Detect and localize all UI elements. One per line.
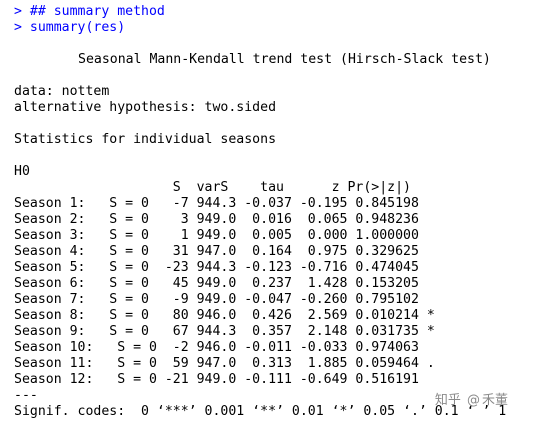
table-row: Season 5: S = 0 -23 944.3 -0.123 -0.716 … <box>14 260 435 275</box>
table-row: Season 3: S = 0 1 949.0 0.005 0.000 1.00… <box>14 228 435 243</box>
hypothesis-label: H0 <box>14 164 30 179</box>
table-row: Season 7: S = 0 -9 949.0 -0.047 -0.260 0… <box>14 292 435 307</box>
r-console[interactable]: > ## summary method > summary(res) Seaso… <box>0 0 534 424</box>
table-row: Season 8: S = 0 80 946.0 0.426 2.569 0.0… <box>14 308 435 323</box>
table-row: Season 2: S = 0 3 949.0 0.016 0.065 0.94… <box>14 212 435 227</box>
console-command-line: > summary(res) <box>14 20 126 35</box>
watermark-site: 知乎 <box>434 393 461 408</box>
watermark: 知乎 @ 禾董 <box>435 389 508 408</box>
watermark-author: 禾董 <box>481 393 508 408</box>
console-command-line: > ## summary method <box>14 4 165 19</box>
table-row: Season 11: S = 0 59 947.0 0.313 1.885 0.… <box>14 356 435 371</box>
table-header: S varS tau z Pr(>|z|) <box>14 180 411 195</box>
stats-heading: Statistics for individual seasons <box>14 132 277 147</box>
table-row: Season 12: S = 0 -21 949.0 -0.111 -0.649… <box>14 372 435 387</box>
data-line: data: nottem <box>14 84 110 99</box>
table-row: Season 4: S = 0 31 947.0 0.164 0.975 0.3… <box>14 244 435 259</box>
table-row: Season 10: S = 0 -2 946.0 -0.011 -0.033 … <box>14 340 435 355</box>
alternative-hypothesis-line: alternative hypothesis: two.sided <box>14 100 277 115</box>
table-row: Season 9: S = 0 67 944.3 0.357 2.148 0.0… <box>14 324 435 339</box>
table-row: Season 1: S = 0 -7 944.3 -0.037 -0.195 0… <box>14 196 435 211</box>
watermark-at: @ <box>466 393 480 408</box>
test-title: Seasonal Mann-Kendall trend test (Hirsch… <box>78 52 491 67</box>
table-row: Season 6: S = 0 45 949.0 0.237 1.428 0.1… <box>14 276 435 291</box>
